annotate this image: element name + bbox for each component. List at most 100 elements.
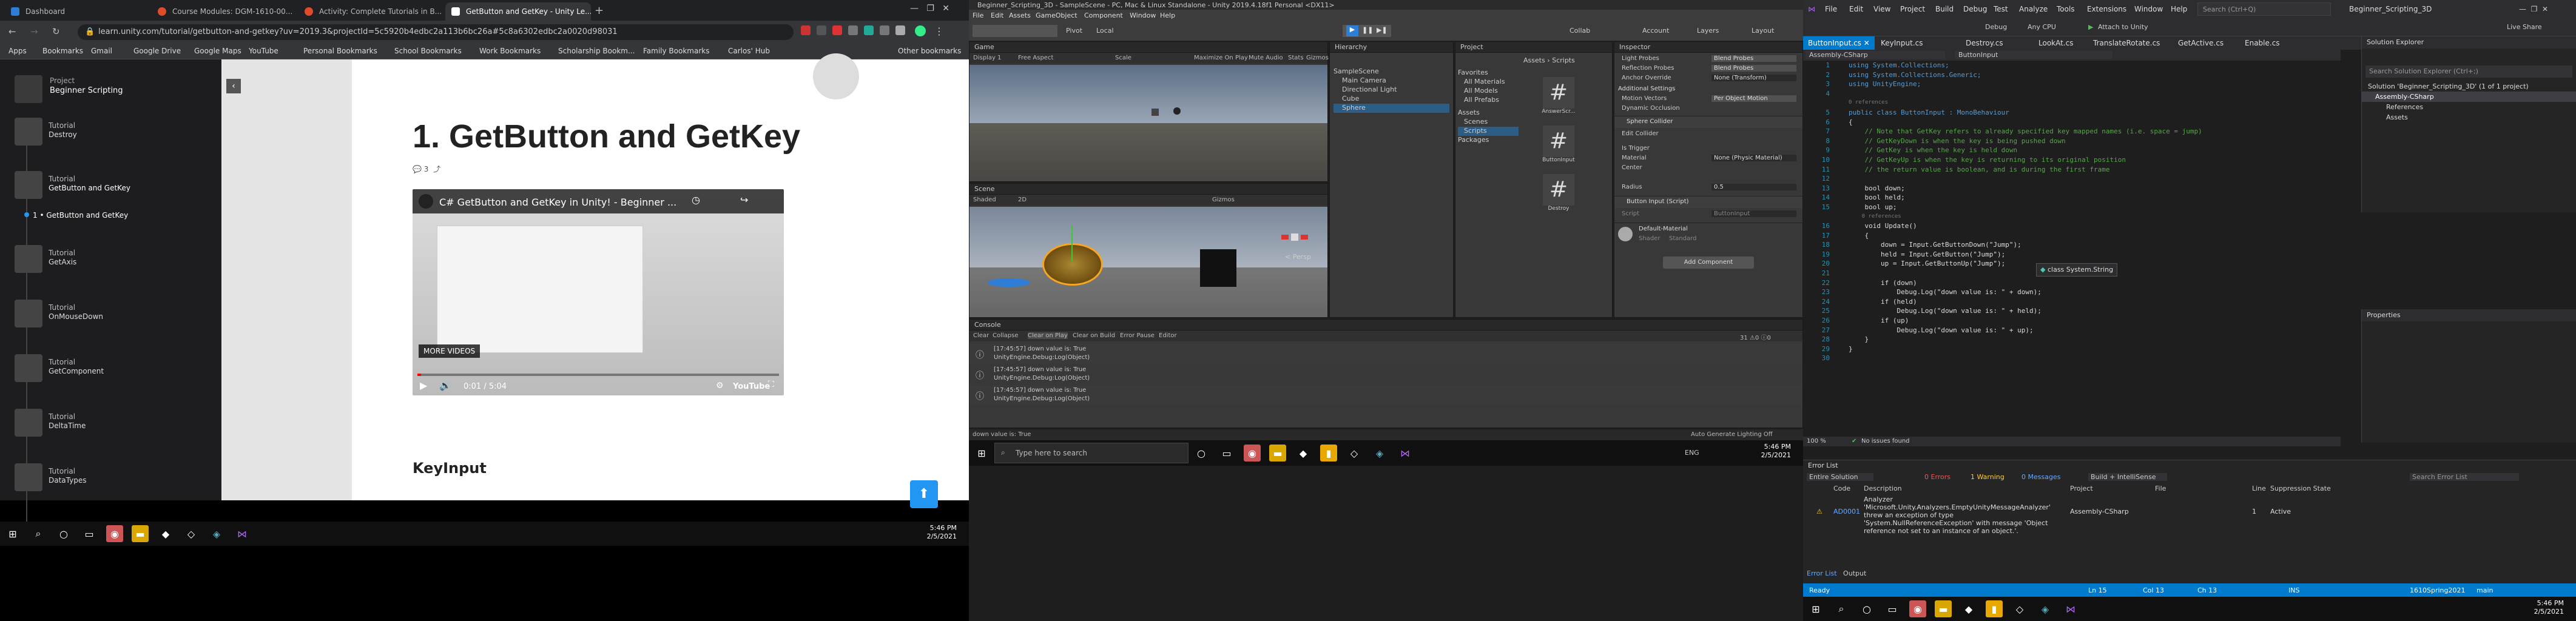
- volume-icon[interactable]: 🔊: [439, 380, 451, 391]
- project-folder[interactable]: All Materials: [1458, 78, 1519, 87]
- editor-dropdown[interactable]: Editor: [1159, 332, 1177, 339]
- sidebar-item-getaxis[interactable]: Tutorial GetAxis: [12, 241, 206, 284]
- app-icon[interactable]: ◈: [2037, 600, 2054, 617]
- play-icon[interactable]: ▶: [420, 380, 427, 391]
- inspector-tab[interactable]: Inspector: [1614, 42, 1802, 53]
- error-row[interactable]: ⚠ AD0001 Analyzer 'Microsoft.Unity.Analy…: [1803, 495, 2576, 538]
- asset-answerscript[interactable]: # AnswerScr...: [1531, 77, 1586, 115]
- unity-icon[interactable]: ◇: [2011, 600, 2028, 617]
- project-folder[interactable]: Assets: [1458, 109, 1519, 118]
- console-tab[interactable]: Console: [969, 320, 1802, 331]
- security-icon[interactable]: ◆: [1295, 445, 1312, 462]
- transform-tools[interactable]: [973, 25, 1057, 37]
- bookmark-scholarship[interactable]: Scholarship Bookm...: [558, 47, 635, 55]
- cortana-icon[interactable]: ○: [55, 525, 72, 542]
- project-folder[interactable]: Scenes: [1458, 118, 1519, 127]
- bookmark-drive[interactable]: Google Drive: [133, 47, 181, 55]
- hierarchy-tab[interactable]: Hierarchy: [1330, 42, 1453, 53]
- search-icon[interactable]: ⌕: [30, 525, 47, 542]
- share-icon[interactable]: ↪: [740, 194, 748, 206]
- code-line[interactable]: {: [1849, 118, 2202, 127]
- warnings-filter[interactable]: 1 Warning: [1971, 473, 2004, 481]
- code-line[interactable]: using System.Collections;: [1849, 61, 2202, 70]
- menu-assets[interactable]: Assets: [1009, 12, 1031, 19]
- extension-icon[interactable]: [880, 25, 889, 35]
- light-probes-dropdown[interactable]: Blend Probes: [1711, 55, 1796, 62]
- pause-icon[interactable]: ❚❚: [1362, 26, 1373, 34]
- console-row[interactable]: ⓘ [17:45:57] down value is: True UnityEngi…: [969, 364, 1802, 384]
- menu-help[interactable]: Help: [1160, 12, 1175, 19]
- extension-icon[interactable]: [895, 25, 905, 35]
- script-field[interactable]: ButtonInput: [1711, 210, 1796, 217]
- bookmark-family[interactable]: Family Bookmarks: [643, 47, 709, 55]
- aspect-dropdown[interactable]: Free Aspect: [1018, 55, 1053, 61]
- menu-debug[interactable]: Debug: [1963, 5, 1987, 13]
- chrome-icon[interactable]: ◉: [106, 525, 123, 542]
- errors-filter[interactable]: 0 Errors: [1924, 473, 1951, 481]
- clear-on-build-toggle[interactable]: Clear on Build: [1073, 332, 1115, 339]
- sidebar-item-getcomponent[interactable]: Tutorial GetComponent: [12, 351, 206, 393]
- app-icon[interactable]: ◈: [208, 525, 225, 542]
- y-axis-gizmo[interactable]: [1071, 225, 1073, 261]
- code-line[interactable]: Debug.Log("down value is: " + up);: [1849, 326, 2202, 335]
- search-icon[interactable]: ⌕: [1833, 600, 1850, 617]
- perspective-label[interactable]: < Persp: [1285, 253, 1311, 261]
- sidebar-item-destroy[interactable]: Tutorial Destroy: [12, 114, 206, 156]
- taskbar-search[interactable]: ⌕ Type here to search: [994, 443, 1189, 463]
- pivot-toggle[interactable]: Pivot: [1066, 27, 1082, 35]
- attach-play-icon[interactable]: ▶: [2088, 23, 2093, 31]
- anchor-override-field[interactable]: None (Transform): [1711, 75, 1796, 81]
- code-line[interactable]: {: [1849, 231, 2202, 241]
- gizmos-toggle[interactable]: Gizmos: [1306, 55, 1329, 61]
- code-editor[interactable]: 1234 5 6 7 8 9 10 11 12 13 14 15 16 17 18 19 20 21 22 23 2…: [1803, 61, 2341, 437]
- sidebar-item-deltatime[interactable]: Tutorial DeltaTime: [12, 405, 206, 448]
- vs-logo-icon[interactable]: ⋈: [1808, 5, 1815, 13]
- menu-analyze[interactable]: Analyze: [2019, 5, 2048, 13]
- scale-slider[interactable]: Scale: [1115, 55, 1131, 61]
- assets-node[interactable]: Assets: [2362, 112, 2576, 123]
- account-button[interactable]: Account: [1642, 27, 1669, 35]
- local-toggle[interactable]: Local: [1096, 27, 1114, 35]
- material-field[interactable]: None (Physic Material): [1711, 155, 1796, 161]
- scene-tab[interactable]: Scene: [969, 184, 1327, 195]
- code-line[interactable]: up = Input.GetButtonUp("Jump");: [1849, 259, 2202, 269]
- maximize-toggle[interactable]: Maximize On Play: [1194, 55, 1248, 61]
- git-repo[interactable]: 1610Spring2021: [2410, 586, 2466, 594]
- menu-file[interactable]: File: [1825, 5, 1837, 13]
- references-node[interactable]: References: [2362, 102, 2576, 112]
- security-icon[interactable]: ◆: [1960, 600, 1977, 617]
- menu-test[interactable]: Test: [1994, 5, 2008, 13]
- bookmark-personal[interactable]: Personal Bookmarks: [303, 47, 377, 55]
- menu-window[interactable]: Window: [2134, 5, 2163, 13]
- game-viewport[interactable]: [969, 65, 1327, 181]
- doc-tab-lookat[interactable]: LookAt.cs: [2034, 36, 2078, 50]
- mute-toggle[interactable]: Mute Audio: [1249, 55, 1283, 61]
- menu-view[interactable]: View: [1873, 5, 1890, 13]
- scene-gizmos-dropdown[interactable]: Gizmos: [1212, 196, 1235, 203]
- breadcrumb-scripts[interactable]: Scripts: [1552, 56, 1575, 64]
- platform-dropdown[interactable]: Any CPU: [2028, 23, 2056, 31]
- messages-filter[interactable]: 0 Messages: [2021, 473, 2060, 481]
- project-folder-selected[interactable]: Scripts: [1458, 127, 1519, 136]
- code-line[interactable]: Debug.Log("down value is: " + held);: [1849, 306, 2202, 316]
- menu-build[interactable]: Build: [1935, 5, 1954, 13]
- video-player[interactable]: C# GetButton and GetKey in Unity! - Begi…: [413, 189, 784, 395]
- language-indicator[interactable]: ENG: [1685, 449, 1699, 457]
- code-line[interactable]: [1849, 89, 2202, 99]
- menu-edit[interactable]: Edit: [991, 12, 1003, 19]
- menu-extensions[interactable]: Extensions: [2087, 5, 2126, 13]
- bookmark-other[interactable]: Other bookmarks: [898, 47, 961, 55]
- solution-node[interactable]: Solution 'Beginner_Scripting_3D' (1 of 1…: [2362, 81, 2576, 92]
- code-line[interactable]: public class ButtonInput : MonoBehaviour: [1849, 108, 2202, 118]
- sidebar-item-datatypes[interactable]: Tutorial DataTypes: [12, 460, 206, 502]
- issues-status[interactable]: No issues found: [1861, 438, 1910, 445]
- error-code[interactable]: AD0001: [1833, 508, 1860, 515]
- bookmark-school[interactable]: School Bookmarks: [394, 47, 462, 55]
- task-view-icon[interactable]: ▭: [1884, 600, 1901, 617]
- taskbar-clock[interactable]: 5:46 PM 2/5/2021: [1761, 443, 1791, 460]
- console-row[interactable]: ⓘ [17:45:57] down value is: True UnityEngi…: [969, 344, 1802, 363]
- sticky-notes-icon[interactable]: ▮: [1986, 600, 2003, 617]
- selected-sphere[interactable]: [1042, 243, 1103, 286]
- doc-tab-destroy[interactable]: Destroy.cs: [1961, 36, 2008, 50]
- type-nav-dropdown[interactable]: ButtonInput: [1955, 51, 2112, 59]
